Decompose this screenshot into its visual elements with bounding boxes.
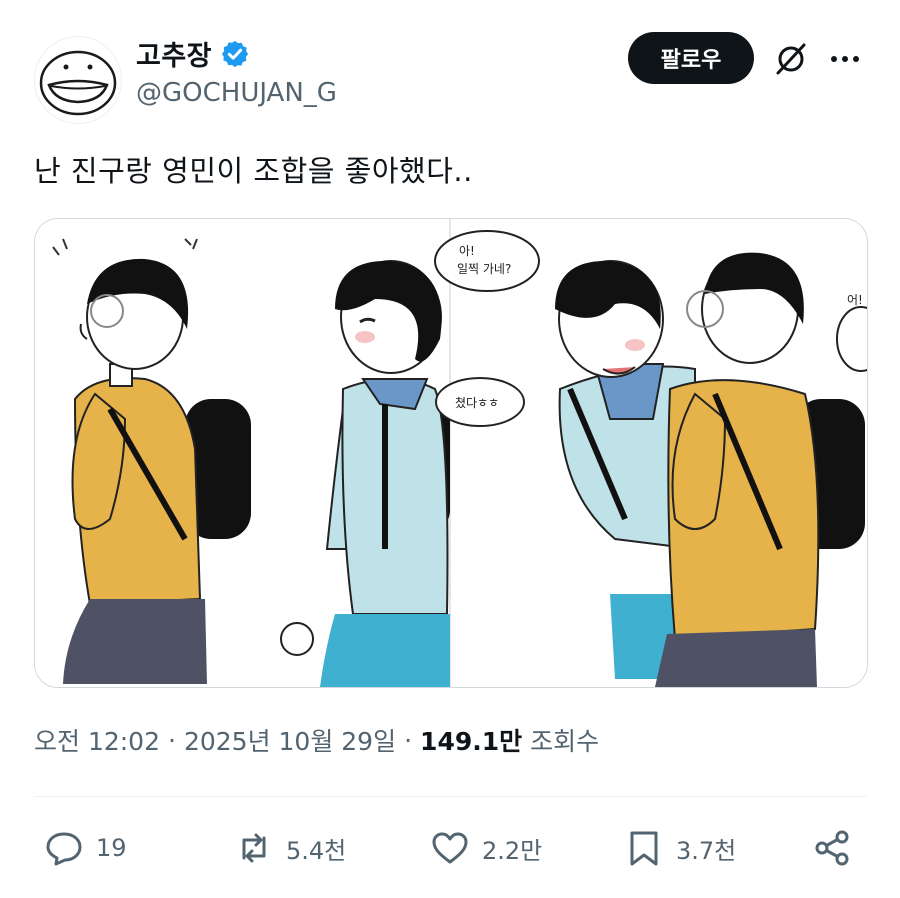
tweet-media[interactable]: 아! 일찍 가네? 쳤다ㅎㅎ 어!: [34, 218, 868, 688]
meta-separator: ·: [404, 725, 413, 755]
bookmark-icon: [624, 828, 664, 868]
tweet-meta: 오전 12:02 · 2025년 10월 29일 · 149.1만 조회수: [34, 722, 599, 758]
reply-icon: [44, 828, 84, 868]
comic-bubble-1b: 일찍 가네?: [457, 262, 511, 276]
like-count: 2.2만: [482, 836, 543, 865]
tweet-header: 고추장 @GOCHUJAN_G 팔로우: [34, 30, 868, 124]
tweet-text: 난 진구랑 영민이 조합을 좋아했다..: [34, 154, 473, 188]
bookmark-button[interactable]: 3.7천: [624, 828, 736, 868]
tweet-date[interactable]: 2025년 10월 29일: [184, 722, 396, 758]
comic-bubble-1a: 아!: [459, 244, 475, 258]
like-button[interactable]: 2.2만: [430, 828, 542, 868]
views-label: 조회수: [530, 727, 600, 756]
comic-bubble-2: 쳤다ㅎㅎ: [455, 396, 499, 410]
repost-icon: [234, 828, 274, 868]
share-icon: [812, 828, 852, 868]
bookmark-count: 3.7천: [676, 836, 737, 865]
views-count: 149.1만: [420, 727, 523, 756]
tweet-time[interactable]: 오전 12:02: [34, 722, 160, 758]
divider: [34, 796, 868, 797]
avatar[interactable]: [34, 36, 122, 124]
reply-button[interactable]: 19: [44, 828, 127, 868]
reply-count: 19: [96, 834, 127, 862]
grok-icon[interactable]: [774, 42, 808, 76]
user-handle[interactable]: @GOCHUJAN_G: [136, 78, 337, 108]
follow-button[interactable]: 팔로우: [628, 32, 754, 84]
name-row: 고추장: [136, 34, 250, 73]
comic-bubble-3: 어!: [847, 293, 863, 307]
display-name[interactable]: 고추장: [136, 34, 212, 73]
action-bar: 19 5.4천 2.2만 3.7천: [34, 822, 868, 878]
repost-button[interactable]: 5.4천: [234, 828, 346, 868]
comic-image: 아! 일찍 가네? 쳤다ㅎㅎ 어!: [35, 219, 867, 687]
repost-count: 5.4천: [286, 836, 347, 865]
share-button[interactable]: [812, 828, 852, 868]
heart-icon: [430, 828, 470, 868]
meta-separator: ·: [168, 725, 176, 755]
more-icon[interactable]: [828, 42, 862, 76]
verified-badge-icon: [220, 39, 250, 69]
